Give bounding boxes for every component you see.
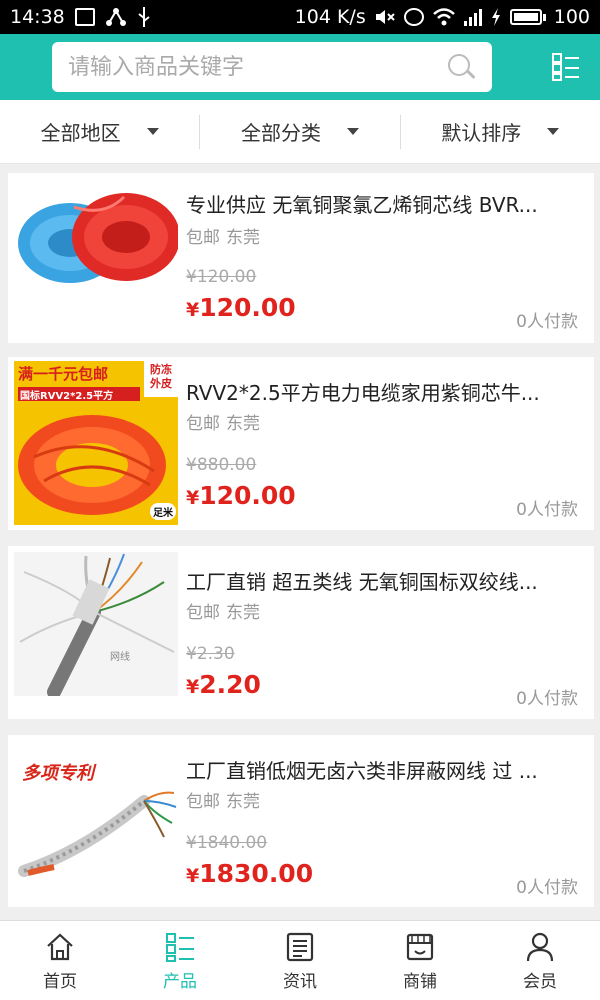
status-bar: 14:38 104 K/s 100 xyxy=(0,0,600,34)
product-card[interactable]: 多项专利 工厂直销低烟无卤六类非屏蔽网线 过 ... 包邮 东莞 ¥1840.00… xyxy=(8,735,594,907)
tab-products-label: 产品 xyxy=(163,972,197,992)
product-title[interactable]: 工厂直销 超五类线 无氧铜国标双绞线... xyxy=(186,566,578,595)
product-location: 包邮 东莞 xyxy=(186,603,260,623)
tab-member[interactable]: 会员 xyxy=(480,921,600,1000)
tab-store[interactable]: 商铺 xyxy=(360,921,480,1000)
gallery-icon xyxy=(74,8,95,26)
product-image[interactable]: 满一千元包邮 国标RVV2*2.5平方 防冻外皮 足米 xyxy=(14,361,178,525)
promo-badge: 足米 xyxy=(150,503,176,520)
product-title[interactable]: RVV2*2.5平方电力电缆家用紫铜芯牛... xyxy=(186,377,578,406)
search-input[interactable] xyxy=(68,54,446,80)
alarm-icon xyxy=(403,8,424,26)
tab-store-label: 商铺 xyxy=(403,972,437,992)
product-image[interactable] xyxy=(14,177,178,337)
tab-home[interactable]: 首页 xyxy=(0,921,120,1000)
promo-banner-text: 满一千元包邮 xyxy=(18,365,109,383)
category-menu-icon[interactable] xyxy=(551,52,581,82)
product-image[interactable]: 网线 xyxy=(14,552,178,696)
tab-member-label: 会员 xyxy=(523,972,557,992)
home-icon xyxy=(47,933,73,961)
product-price: ¥120.00 xyxy=(186,481,296,510)
product-location: 包邮 东莞 xyxy=(186,228,260,248)
product-original-price: ¥880.00 xyxy=(186,455,257,475)
battery-level: 100 xyxy=(553,6,590,28)
tab-news[interactable]: 资讯 xyxy=(240,921,360,1000)
product-original-price: ¥2.30 xyxy=(186,644,235,664)
search-icon[interactable] xyxy=(446,52,476,82)
bottom-tab-bar: 首页 产品 资讯 商铺 会员 xyxy=(0,920,600,1000)
filter-sort[interactable]: 默认排序 xyxy=(399,114,600,149)
product-card[interactable]: 满一千元包邮 国标RVV2*2.5平方 防冻外皮 足米 RVV2*2.5平方电力… xyxy=(8,357,594,530)
mute-icon xyxy=(375,10,395,24)
header xyxy=(0,34,600,100)
product-location: 包邮 东莞 xyxy=(186,414,260,434)
product-title[interactable]: 专业供应 无氧铜聚氯乙烯铜芯线 BVR... xyxy=(186,189,578,218)
member-icon xyxy=(526,932,554,962)
wifi-icon xyxy=(432,8,455,26)
product-original-price: ¥120.00 xyxy=(186,267,257,287)
product-sales: 0人付款 xyxy=(516,689,578,709)
product-list-icon xyxy=(166,933,194,962)
store-icon xyxy=(406,933,434,961)
filter-region[interactable]: 全部地区 xyxy=(0,115,199,149)
product-card[interactable]: 专业供应 无氧铜聚氯乙烯铜芯线 BVR... 包邮 东莞 ¥120.00 ¥120… xyxy=(8,173,594,343)
product-price: ¥2.20 xyxy=(186,670,261,699)
network-speed: 104 K/s xyxy=(294,6,366,28)
caret-down-icon xyxy=(547,128,560,135)
status-time: 14:38 xyxy=(10,6,65,28)
filter-sort-label: 默认排序 xyxy=(441,121,522,145)
charging-icon xyxy=(491,8,500,26)
filter-region-label: 全部地区 xyxy=(40,121,121,145)
product-sales: 0人付款 xyxy=(516,312,578,332)
caret-down-icon xyxy=(146,128,159,135)
caret-down-icon xyxy=(346,128,359,135)
usb-icon xyxy=(138,7,150,27)
promo-banner-text: 多项专利 xyxy=(22,763,94,784)
signal-icon xyxy=(463,8,482,26)
product-price: ¥1830.00 xyxy=(186,859,314,888)
tab-home-label: 首页 xyxy=(43,972,77,992)
tab-products[interactable]: 产品 xyxy=(120,921,240,1000)
product-price: ¥120.00 xyxy=(186,293,296,322)
filter-category[interactable]: 全部分类 xyxy=(199,114,399,149)
product-sales: 0人付款 xyxy=(516,500,578,520)
product-title[interactable]: 工厂直销低烟无卤六类非屏蔽网线 过 ... xyxy=(186,755,578,784)
product-card[interactable]: 网线 工厂直销 超五类线 无氧铜国标双绞线... 包邮 东莞 ¥2.30 ¥2.2… xyxy=(8,546,594,719)
filter-category-label: 全部分类 xyxy=(240,121,321,145)
image-watermark: 网线 xyxy=(110,652,130,663)
share-icon xyxy=(105,8,126,26)
product-image[interactable]: 多项专利 xyxy=(14,741,178,901)
promo-corner-text: 防冻外皮 xyxy=(150,363,172,390)
product-location: 包邮 东莞 xyxy=(186,792,260,812)
search-box[interactable] xyxy=(52,42,492,92)
product-sales: 0人付款 xyxy=(516,878,578,898)
promo-sub-text: 国标RVV2*2.5平方 xyxy=(20,391,114,402)
battery-icon xyxy=(509,9,546,25)
product-original-price: ¥1840.00 xyxy=(186,833,268,853)
filter-bar: 全部地区 全部分类 默认排序 xyxy=(0,100,600,164)
news-icon xyxy=(286,932,314,962)
tab-news-label: 资讯 xyxy=(283,972,317,992)
